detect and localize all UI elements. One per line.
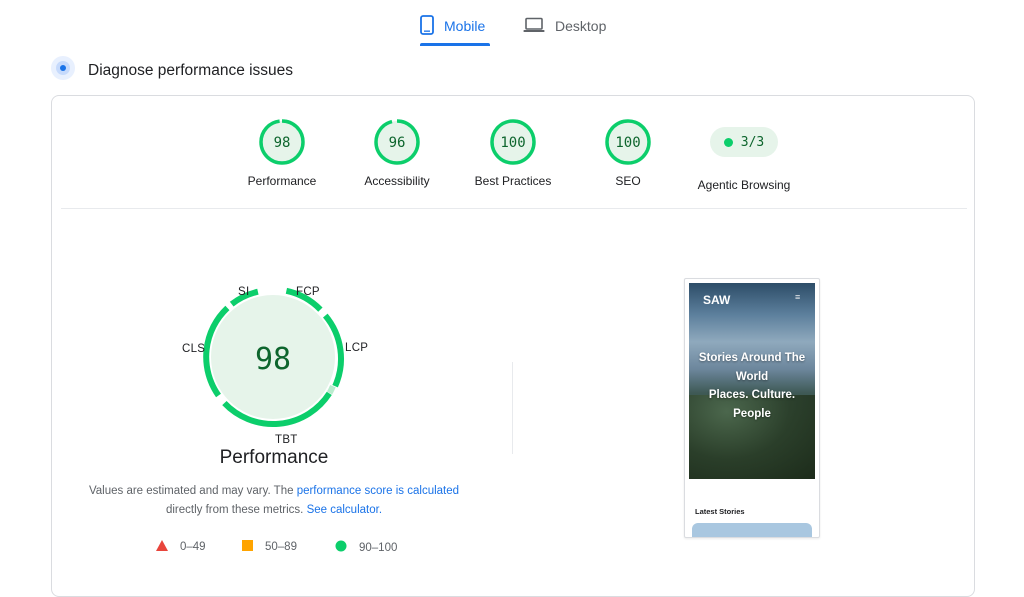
screenshot-headline: Stories Around The World Places. Culture… [689,349,815,423]
smartphone-icon [420,14,434,38]
diagnose-title: Diagnose performance issues [88,61,294,79]
score-description: Values are estimated and may vary. The p… [74,482,474,520]
metric-label-lcp[interactable]: LCP [345,342,368,354]
accessibility-score-label: Accessibility [364,174,430,188]
performance-score-value: 98 [274,135,291,151]
device-tabs: Mobile Desktop [0,0,1024,46]
metric-arc-remainder [326,385,336,395]
description-text-2: directly from these metrics. [165,504,307,516]
metric-label-cls[interactable]: CLS [182,343,205,355]
screenshot-brand: SAW [703,293,731,307]
average-square-icon [242,540,253,554]
agentic-browsing-value: 3/3 [740,134,765,150]
accessibility-score-gauge: 96 [374,119,420,165]
description-text-1: Values are estimated and may vary. The [88,485,297,497]
performance-score-gauge: 98 [259,119,305,165]
laptop-icon [523,17,545,36]
performance-gauge: 98 [198,282,348,432]
section-divider [61,208,967,209]
headline-line-1: Stories Around The [698,352,806,364]
score-performance[interactable]: 98 Performance [222,118,342,188]
tab-mobile-label: Mobile [444,18,486,34]
performance-score-link[interactable]: performance score is calculated [297,485,459,497]
screenshot-latest-stories: Latest Stories [695,507,745,516]
diagnose-header: Diagnose performance issues [50,55,293,86]
diagnose-icon [50,55,76,86]
metric-label-fcp[interactable]: FCP [296,286,320,298]
fail-triangle-icon [156,540,168,554]
seo-score-gauge: 100 [605,119,651,165]
page-screenshot-thumbnail[interactable]: SAW ≡ Stories Around The World Places. C… [684,278,820,538]
score-best-practices[interactable]: 100 Best Practices [453,118,573,188]
metric-label-si[interactable]: SI [238,286,249,298]
headline-line-3: Places. Culture. [708,389,796,401]
legend-average: 50–89 [242,540,297,554]
headline-line-4: People [733,407,771,420]
agentic-browsing-badge[interactable]: 3/3 [710,127,778,157]
seo-score-label: SEO [615,174,641,188]
metric-label-tbt[interactable]: TBT [275,434,298,446]
screenshot-hero: SAW ≡ Stories Around The World Places. C… [689,283,815,479]
legend-fail: 0–49 [156,540,206,554]
legend-fail-range: 0–49 [180,541,206,553]
performance-score-label: Performance [247,174,317,188]
pass-circle-icon [335,540,347,555]
best-practices-score-gauge: 100 [490,119,536,165]
pass-dot-icon [723,137,733,147]
performance-gauge-value: 98 [255,342,291,377]
accessibility-score-value: 96 [389,135,406,151]
best-practices-score-label: Best Practices [474,174,552,188]
performance-gauge-title: Performance [219,447,329,468]
seo-score-value: 100 [615,135,640,151]
agentic-browsing-label: Agentic Browsing [697,178,791,192]
legend-pass-range: 90–100 [359,541,398,554]
legend-pass: 90–100 [335,540,397,555]
best-practices-score-value: 100 [500,135,525,151]
headline-line-2: World [735,370,769,383]
legend-average-range: 50–89 [265,541,297,553]
see-calculator-link[interactable]: See calculator. [307,504,382,516]
tab-mobile[interactable]: Mobile [420,8,492,44]
score-accessibility[interactable]: 96 Accessibility [337,118,457,188]
screenshot-story-card [692,523,812,537]
tab-desktop[interactable]: Desktop [523,8,613,44]
score-seo[interactable]: 100 SEO [568,118,688,188]
tab-desktop-label: Desktop [555,18,607,34]
active-tab-indicator [420,43,490,46]
vertical-divider [512,362,513,454]
hamburger-menu-icon: ≡ [795,292,801,302]
